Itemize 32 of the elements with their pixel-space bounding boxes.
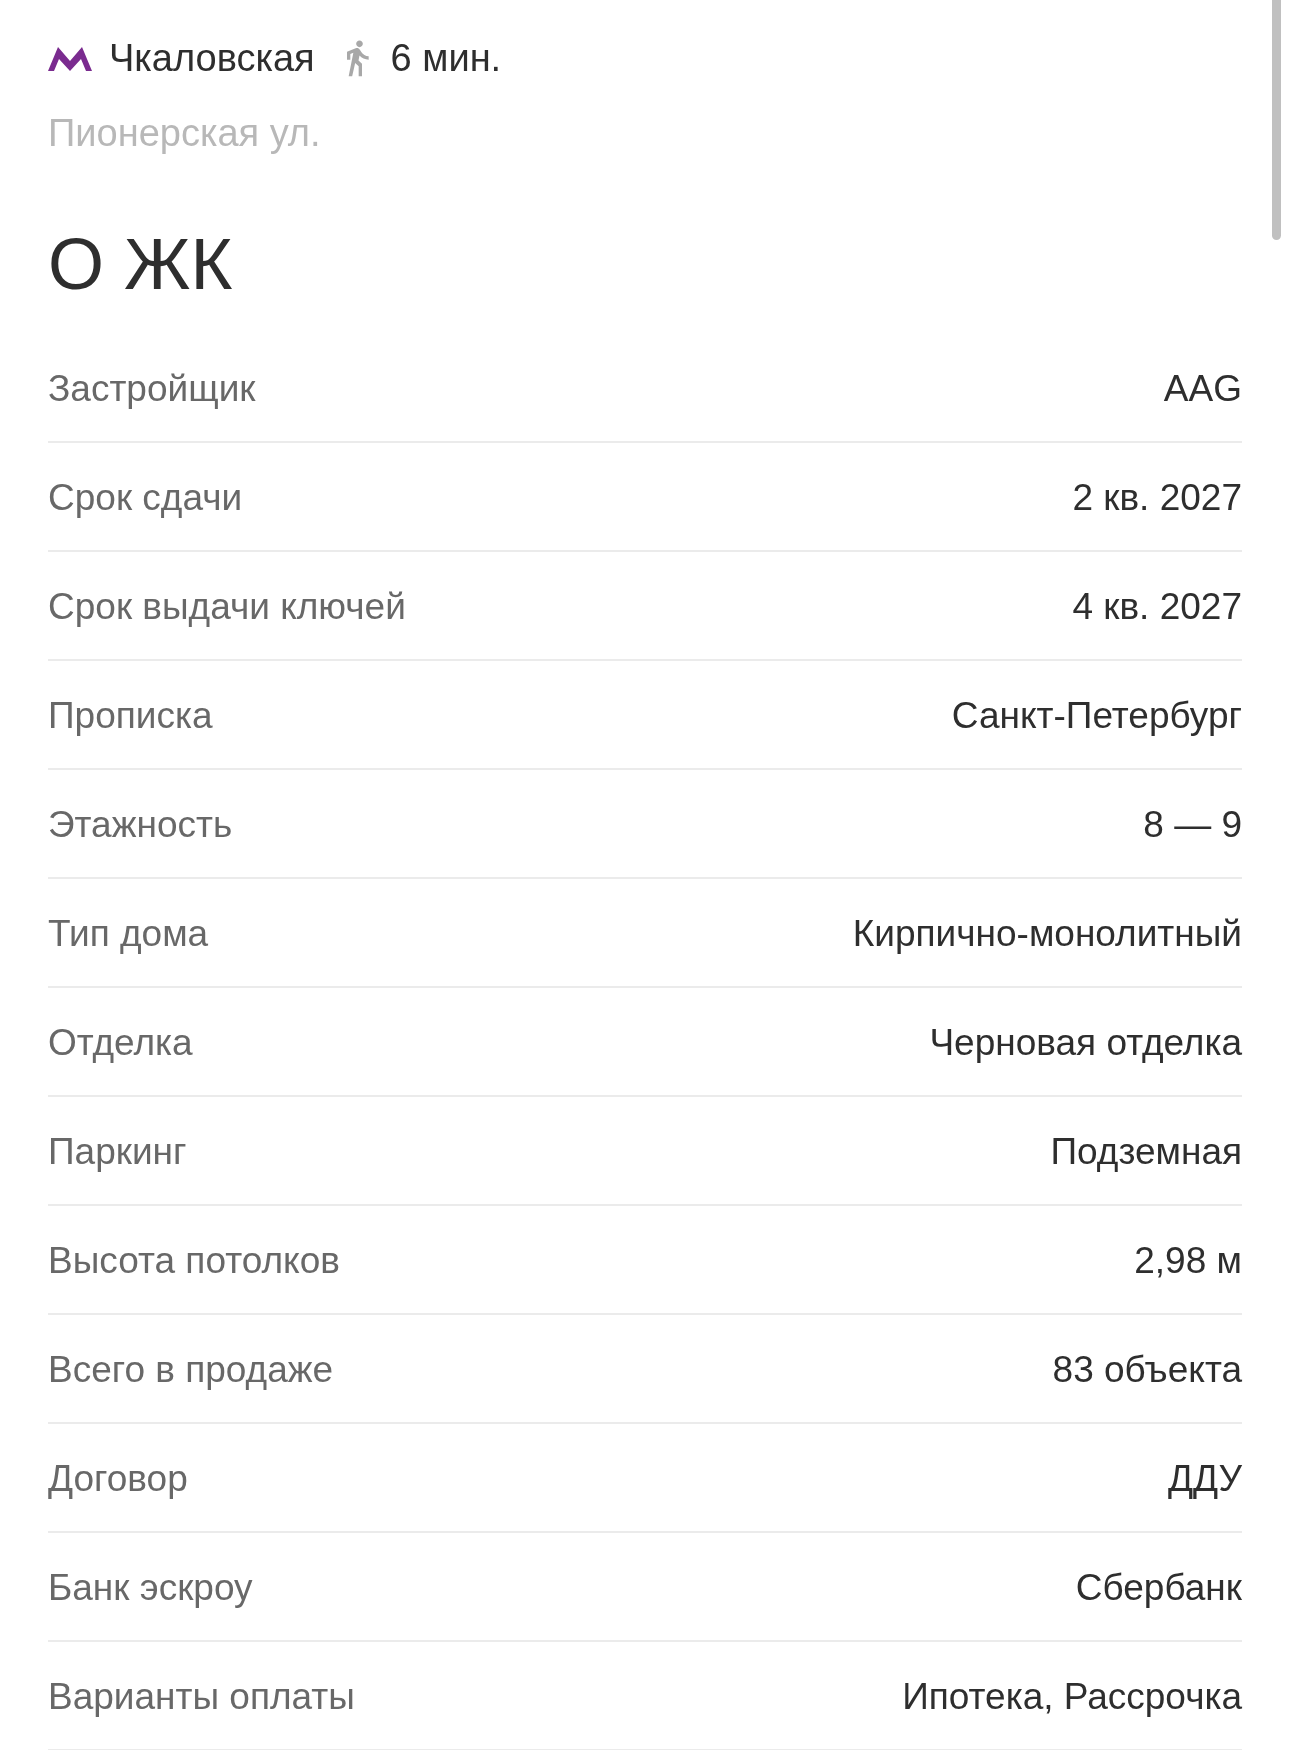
metro-station: Чкаловская bbox=[109, 36, 315, 81]
detail-value: Санкт-Петербург bbox=[951, 693, 1242, 738]
detail-label: Тип дома bbox=[48, 911, 209, 956]
detail-label: Высота потолков bbox=[48, 1238, 340, 1283]
detail-label: Договор bbox=[48, 1456, 188, 1501]
detail-label: Срок выдачи ключей bbox=[48, 584, 406, 629]
detail-value: 2,98 м bbox=[1134, 1238, 1242, 1283]
detail-value: 4 кв. 2027 bbox=[1072, 584, 1242, 629]
detail-value: Сбербанк bbox=[1075, 1565, 1242, 1610]
detail-label: Всего в продаже bbox=[48, 1347, 334, 1392]
detail-label: Паркинг bbox=[48, 1129, 187, 1174]
detail-value: ДДУ bbox=[1167, 1456, 1242, 1501]
detail-value: Черновая отделка bbox=[929, 1020, 1242, 1065]
walk-time: 6 мин. bbox=[390, 36, 502, 81]
detail-label: Отделка bbox=[48, 1020, 193, 1065]
detail-value: 8 — 9 bbox=[1143, 802, 1242, 847]
detail-value: 2 кв. 2027 bbox=[1072, 475, 1242, 520]
detail-label: Застройщик bbox=[48, 366, 256, 411]
detail-label: Прописка bbox=[48, 693, 213, 738]
detail-value: Подземная bbox=[1050, 1129, 1242, 1174]
detail-label: Варианты оплаты bbox=[48, 1674, 355, 1719]
detail-label: Срок сдачи bbox=[48, 475, 243, 520]
detail-value: 83 объекта bbox=[1052, 1347, 1242, 1392]
scrollbar-thumb[interactable] bbox=[1272, 0, 1281, 240]
section-title: О ЖК bbox=[48, 224, 233, 304]
detail-value: Ипотека, Рассрочка bbox=[902, 1674, 1242, 1719]
detail-value: Кирпично-монолитный bbox=[852, 911, 1242, 956]
detail-label: Банк эскроу bbox=[48, 1565, 253, 1610]
detail-value: AAG bbox=[1163, 366, 1242, 411]
address: Пионерская ул. bbox=[48, 111, 321, 156]
metro-logo-icon bbox=[48, 47, 92, 71]
detail-label: Этажность bbox=[48, 802, 233, 847]
